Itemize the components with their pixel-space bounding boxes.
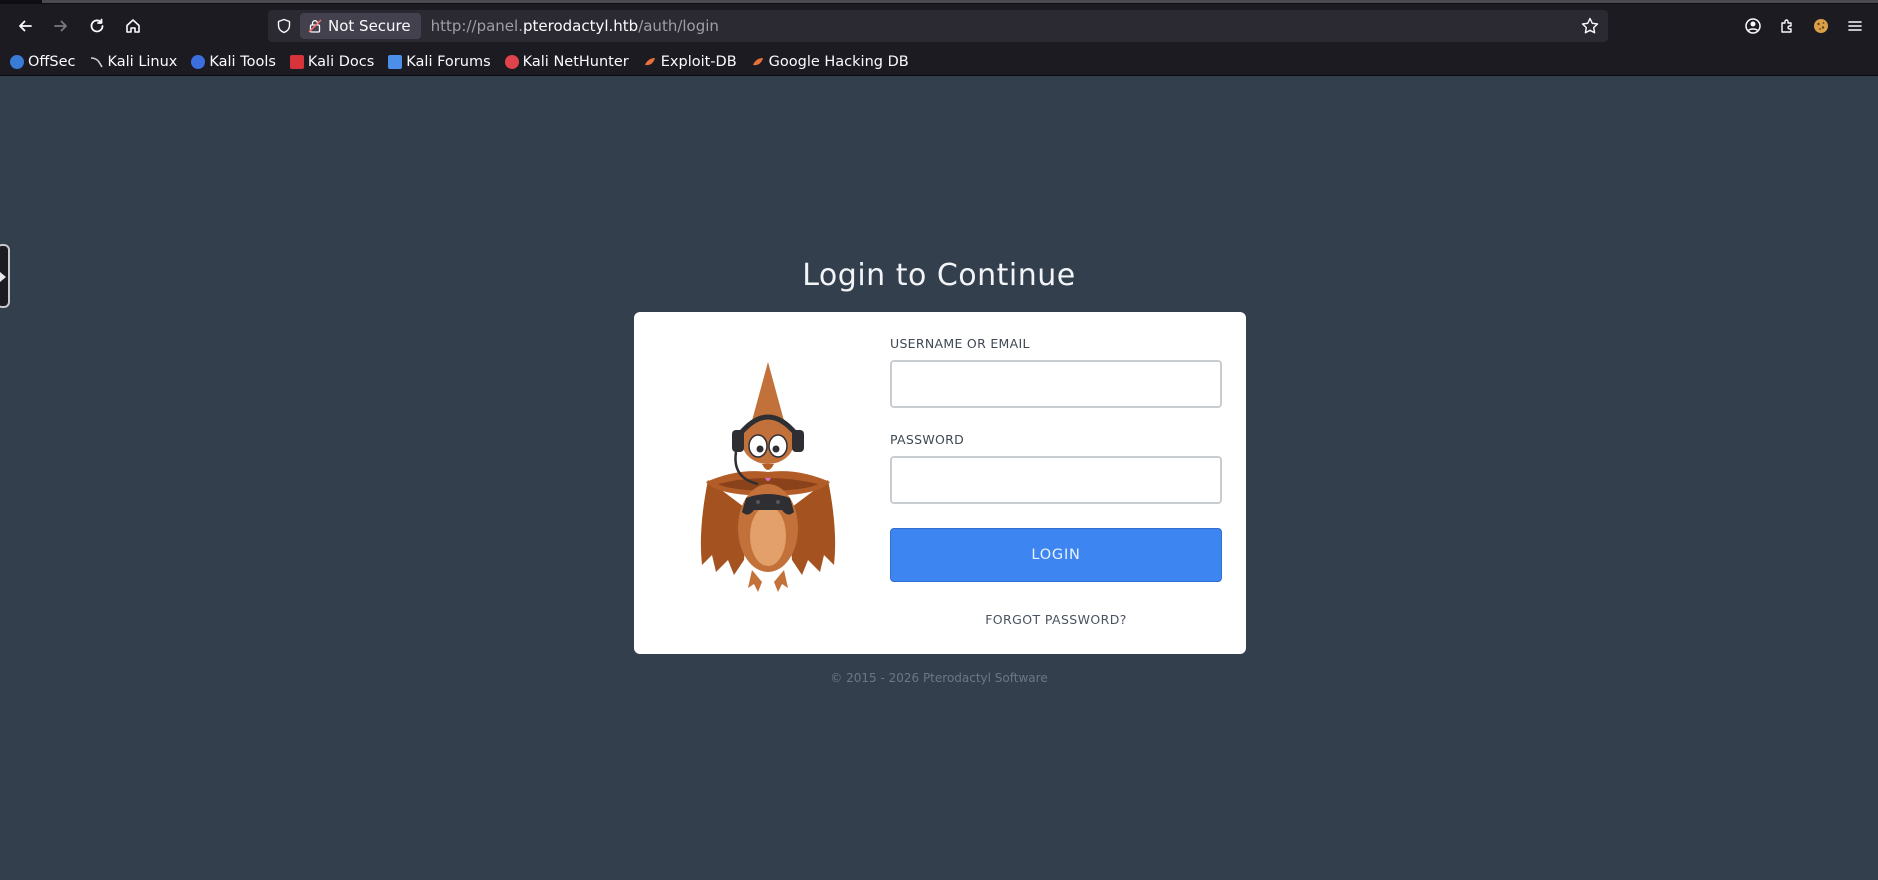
- username-label: USERNAME OR EMAIL: [890, 336, 1030, 351]
- forward-button[interactable]: [44, 9, 78, 43]
- exploit-db-icon: [643, 55, 657, 69]
- copyright-footer: © 2015 - 2026 Pterodactyl Software: [830, 671, 1048, 685]
- back-icon: [19, 20, 32, 32]
- reload-button[interactable]: [80, 9, 114, 43]
- kali-nethunter-icon: [504, 54, 519, 69]
- bookmark-label: Kali Tools: [209, 53, 276, 70]
- forgot-password-link[interactable]: FORGOT PASSWORD?: [890, 612, 1222, 627]
- menu-icon: [1848, 21, 1862, 31]
- kali-docs-icon: [289, 54, 304, 69]
- login-card: USERNAME OR EMAIL PASSWORD LOGIN FORGOT …: [634, 312, 1246, 654]
- google-hacking-db-icon: [751, 55, 765, 69]
- reload-icon: [90, 18, 104, 33]
- kali-tools-icon: [191, 54, 206, 69]
- not-secure-badge[interactable]: Not Secure: [300, 13, 421, 39]
- bookmark-label: Google Hacking DB: [768, 53, 909, 70]
- bookmark-google-hacking-db[interactable]: Google Hacking DB: [751, 54, 909, 70]
- home-icon: [126, 19, 140, 33]
- cookie-icon: [1814, 19, 1828, 33]
- kali-forums-icon: [388, 54, 403, 69]
- bookmark-label: Kali Docs: [307, 53, 375, 70]
- bookmark-label: Kali Forums: [406, 53, 491, 70]
- bookmark-label: Kali Linux: [107, 53, 178, 70]
- url-bar[interactable]: Not Secure http://panel.pterodactyl.htb/…: [268, 10, 1608, 42]
- bookmarks-toolbar: OffSec Kali Linux Kali Tools Kali Docs K…: [0, 48, 1878, 76]
- username-input[interactable]: [890, 360, 1222, 408]
- not-secure-label: Not Secure: [328, 17, 411, 35]
- page-title: Login to Continue: [802, 258, 1076, 293]
- bookmark-label: OffSec: [28, 53, 76, 70]
- app-menu-button[interactable]: [1838, 9, 1872, 43]
- bookmark-star-icon[interactable]: [1580, 16, 1600, 36]
- forward-icon: [54, 20, 67, 32]
- toolbar-right: [1736, 4, 1878, 48]
- login-button[interactable]: LOGIN: [890, 528, 1222, 582]
- browser-toolbar: Not Secure http://panel.pterodactyl.htb/…: [0, 4, 1878, 48]
- back-button[interactable]: [8, 9, 42, 43]
- bookmark-kali-docs[interactable]: Kali Docs: [289, 53, 375, 70]
- pterodactyl-mascot-icon: [700, 362, 836, 592]
- bookmark-kali-nethunter[interactable]: Kali NetHunter: [504, 53, 629, 70]
- bookmark-label: Kali NetHunter: [522, 53, 629, 70]
- extensions-icon: [1781, 19, 1792, 33]
- password-label: PASSWORD: [890, 432, 965, 447]
- bookmark-kali-linux[interactable]: Kali Linux: [90, 53, 178, 70]
- offsec-icon: [10, 54, 24, 69]
- bookmark-kali-forums[interactable]: Kali Forums: [388, 53, 491, 70]
- kali-dragon-icon: [90, 55, 104, 69]
- bookmark-offsec[interactable]: OffSec: [10, 54, 76, 70]
- home-button[interactable]: [116, 9, 150, 43]
- bookmark-exploit-db[interactable]: Exploit-DB: [643, 54, 737, 70]
- url-path: /auth/login: [638, 17, 719, 35]
- tab-strip-line: [42, 0, 1878, 3]
- password-input[interactable]: [890, 456, 1222, 504]
- bookmark-label: Exploit-DB: [660, 53, 737, 70]
- tracking-protection-button[interactable]: [268, 10, 300, 42]
- cookie-extension-button[interactable]: [1804, 9, 1838, 43]
- url-text[interactable]: http://panel.pterodactyl.htb/auth/login: [431, 17, 719, 35]
- url-host: pterodactyl.htb: [522, 17, 639, 35]
- lock-warning-icon: [308, 19, 322, 33]
- extensions-button[interactable]: [1770, 9, 1804, 43]
- bookmark-kali-tools[interactable]: Kali Tools: [191, 54, 276, 70]
- account-button[interactable]: [1736, 9, 1770, 43]
- account-icon: [1745, 18, 1761, 34]
- url-prefix: http://panel.: [430, 17, 523, 35]
- shield-icon: [277, 18, 291, 34]
